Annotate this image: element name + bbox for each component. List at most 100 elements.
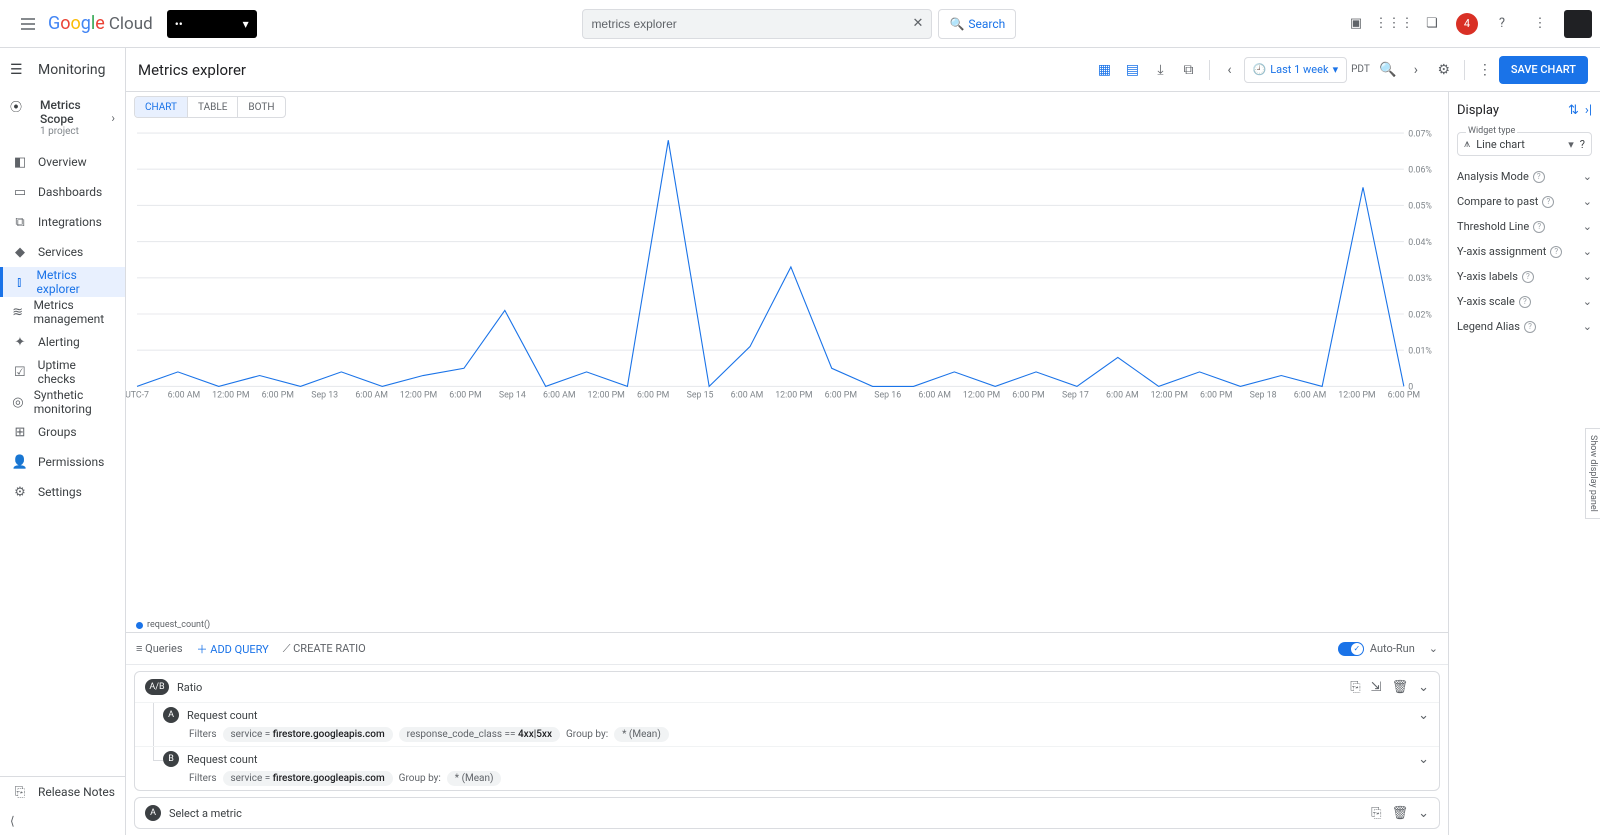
prev-range-icon[interactable]: ‹ [1216, 56, 1244, 84]
display-y-axis-labels[interactable]: Y-axis labels?⌄ [1449, 264, 1600, 289]
close-panel-icon[interactable]: ›| [1585, 103, 1592, 118]
expand-icon[interactable]: ⌄ [1583, 245, 1592, 258]
groupby-chip[interactable]: * (Mean) [447, 771, 502, 786]
delete-icon[interactable]: 🗑 [1392, 680, 1409, 695]
collapse-nav-icon[interactable]: ⟨ [0, 807, 125, 835]
help-icon[interactable]: ? [1550, 246, 1562, 258]
google-cloud-logo[interactable]: GoogleCloud [48, 13, 153, 34]
help-icon[interactable]: ? [1524, 321, 1536, 333]
left-nav: ☰ Monitoring ⦿ Metrics Scope 1 project ›… [0, 48, 126, 835]
filter-chip[interactable]: service = firestore.googleapis.com [223, 771, 393, 786]
display-y-axis-scale[interactable]: Y-axis scale?⌄ [1449, 289, 1600, 314]
display-compare-to-past[interactable]: Compare to past?⌄ [1449, 189, 1600, 214]
nav-item-overview[interactable]: ◧Overview [0, 147, 125, 177]
nav-item-permissions[interactable]: 👤Permissions [0, 447, 125, 477]
top-bar: GoogleCloud ••▾ ✕ 🔍 Search ▣ ⋮⋮⋮ ❏ 4 ? ⋮ [0, 0, 1600, 48]
resize-icon[interactable]: ⇅ [1568, 103, 1579, 118]
nav-item-dashboards[interactable]: ▭Dashboards [0, 177, 125, 207]
query-b-row[interactable]: B Request count ⌄ Filters service = fire… [135, 746, 1439, 790]
nav-item-metrics-explorer[interactable]: ⫾Metrics explorer [0, 267, 125, 297]
save-chart-button[interactable]: SAVE CHART [1499, 56, 1588, 84]
expand-icon[interactable]: ⌄ [1583, 195, 1592, 208]
nav-item-settings[interactable]: ⚙Settings [0, 477, 125, 507]
groupby-chip[interactable]: * (Mean) [614, 727, 669, 742]
search-box[interactable]: ✕ [582, 9, 932, 39]
ratio-header-row[interactable]: A/B Ratio ⎘ ⇲ 🗑 ⌄ [135, 672, 1439, 702]
nav-item-groups[interactable]: ⊞Groups [0, 417, 125, 447]
display-legend-alias[interactable]: Legend Alias?⌄ [1449, 314, 1600, 339]
create-ratio-button[interactable]: ⟋ CREATE RATIO [283, 642, 366, 656]
help-icon[interactable]: ? [1580, 138, 1585, 151]
nav-item-services[interactable]: ◆Services [0, 237, 125, 267]
notifications-badge[interactable]: 4 [1456, 13, 1478, 35]
display-y-axis-assignment[interactable]: Y-axis assignment?⌄ [1449, 239, 1600, 264]
duplicate-icon[interactable]: ⎘ [1350, 680, 1360, 695]
expand-a-icon[interactable]: ⌄ [1418, 708, 1429, 723]
filter-chip[interactable]: response_code_class == 4xx|5xx [399, 727, 560, 742]
help-icon[interactable]: ? [1522, 271, 1534, 283]
nav-item-synthetic-monitoring[interactable]: ◎Synthetic monitoring [0, 387, 125, 417]
download-icon[interactable]: ⤓ [1147, 56, 1175, 84]
zoom-icon[interactable]: 🔍 [1374, 56, 1402, 84]
release-notes-link[interactable]: ⎘ Release Notes [0, 777, 125, 807]
share-icon[interactable]: ⇲ [1371, 680, 1382, 695]
link-icon[interactable]: ⧉ [1175, 56, 1203, 84]
expand-icon[interactable]: ⌄ [1583, 295, 1592, 308]
nav-item-integrations[interactable]: ⧉Integrations [0, 207, 125, 237]
metrics-scope[interactable]: ⦿ Metrics Scope 1 project › [0, 92, 125, 147]
time-range-picker[interactable]: 🕘 Last 1 week ▾ [1244, 57, 1348, 83]
apps-icon[interactable]: ⋮⋮⋮ [1380, 10, 1408, 38]
help-icon[interactable]: ? [1533, 171, 1545, 183]
expand-icon[interactable]: ⌄ [1583, 170, 1592, 183]
help-icon[interactable]: ? [1519, 296, 1531, 308]
hamburger-icon[interactable] [8, 4, 48, 44]
scope-icon: ⦿ [10, 98, 22, 115]
expand-b-icon[interactable]: ⌄ [1418, 752, 1429, 767]
expand-icon[interactable]: ⌄ [1583, 270, 1592, 283]
collapse-qb-icon[interactable]: ⌄ [1429, 642, 1438, 655]
help-icon[interactable]: ? [1542, 196, 1554, 208]
grid-view-icon[interactable]: ▦ [1091, 56, 1119, 84]
delete-icon[interactable]: 🗑 [1392, 806, 1409, 821]
nav-item-uptime-checks[interactable]: ☑Uptime checks [0, 357, 125, 387]
expand-icon[interactable]: ⌄ [1418, 680, 1429, 695]
display-threshold-line[interactable]: Threshold Line?⌄ [1449, 214, 1600, 239]
tab-both[interactable]: BOTH [238, 97, 284, 117]
release-icon: ⎘ [12, 784, 28, 800]
widget-type-select[interactable]: Widget type ⩚ Line chart ▾ ? [1457, 132, 1592, 156]
duplicate-icon[interactable]: ⎘ [1371, 806, 1381, 821]
autorun-toggle[interactable] [1338, 642, 1364, 656]
help-icon[interactable]: ? [1533, 221, 1545, 233]
more-icon[interactable]: ⋮ [1526, 10, 1554, 38]
expand-icon[interactable]: ⌄ [1583, 320, 1592, 333]
expand-icon[interactable]: ⌄ [1418, 806, 1429, 821]
clear-search-icon[interactable]: ✕ [913, 16, 924, 31]
nav-item-metrics-management[interactable]: ≋Metrics management [0, 297, 125, 327]
project-picker[interactable]: ••▾ [167, 10, 257, 38]
search-input[interactable] [591, 17, 912, 31]
search-button[interactable]: 🔍 Search [938, 9, 1016, 39]
card-view-icon[interactable]: ▤ [1119, 56, 1147, 84]
terminal-icon[interactable]: ❏ [1418, 10, 1446, 38]
svg-text:Sep 14: Sep 14 [499, 390, 526, 400]
next-range-icon[interactable]: › [1402, 56, 1430, 84]
add-query-button[interactable]: ＋ ADD QUERY [197, 641, 269, 657]
svg-text:0.01%: 0.01% [1408, 346, 1432, 356]
filter-chip[interactable]: service = firestore.googleapis.com [223, 727, 393, 742]
kebab-icon[interactable]: ⋮ [1471, 56, 1499, 84]
expand-icon[interactable]: ⌄ [1583, 220, 1592, 233]
tab-chart[interactable]: CHART [135, 97, 188, 117]
help-icon[interactable]: ? [1488, 10, 1516, 38]
avatar[interactable] [1564, 10, 1592, 38]
settings-icon[interactable]: ⚙ [1430, 56, 1458, 84]
select-metric-card[interactable]: A Select a metric ⎘ 🗑 ⌄ [134, 797, 1440, 829]
query-a-row[interactable]: A Request count ⌄ Filters service = fire… [135, 702, 1439, 746]
chart-area[interactable]: 0.07%0.06%0.05%0.04%0.03%0.02%0.01%0UTC-… [126, 122, 1448, 632]
show-display-panel-tab[interactable]: Show display panel [1585, 428, 1600, 519]
nav-item-alerting[interactable]: ✦Alerting [0, 327, 125, 357]
filters-label: Filters [189, 729, 217, 740]
tab-table[interactable]: TABLE [188, 97, 238, 117]
display-analysis-mode[interactable]: Analysis Mode?⌄ [1449, 164, 1600, 189]
gift-icon[interactable]: ▣ [1342, 10, 1370, 38]
b-badge: B [163, 751, 179, 767]
